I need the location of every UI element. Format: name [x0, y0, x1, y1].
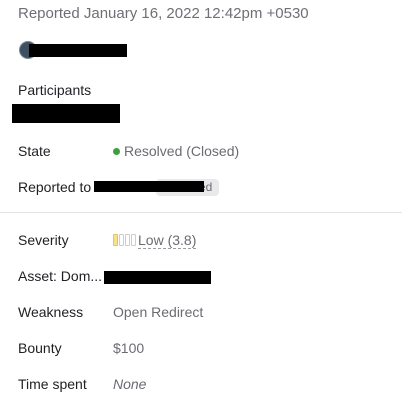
weakness-value: Open Redirect [113, 304, 204, 320]
reported-timestamp: Reported January 16, 2022 12:42pm +0530 [18, 5, 309, 22]
severity-meter-icon [113, 234, 136, 246]
asset-label: Asset: Dom... [18, 268, 103, 284]
status-dot-icon [113, 148, 120, 155]
time-spent-label: Time spent [18, 376, 87, 392]
participants-label: Participants [18, 82, 92, 98]
reported-to-label: Reported to [18, 179, 92, 195]
section-divider [0, 212, 402, 213]
redacted-reporter-name [29, 44, 127, 57]
severity-meter-bar [131, 234, 136, 246]
time-spent-value: None [113, 376, 147, 392]
severity-meter-bar [113, 234, 118, 246]
severity-label: Severity [18, 232, 69, 248]
state-label: State [18, 143, 51, 159]
redacted-program-name [94, 181, 204, 192]
severity-meter-bar [125, 234, 130, 246]
bounty-label: Bounty [18, 340, 62, 356]
severity-meter-bar [119, 234, 124, 246]
state-value: Resolved (Closed) [124, 143, 240, 159]
redacted-participants [12, 104, 120, 123]
weakness-label: Weakness [18, 304, 84, 320]
redacted-asset-value [104, 271, 211, 284]
bounty-value: $100 [113, 340, 145, 356]
severity-value[interactable]: Low (3.8) [138, 232, 197, 249]
